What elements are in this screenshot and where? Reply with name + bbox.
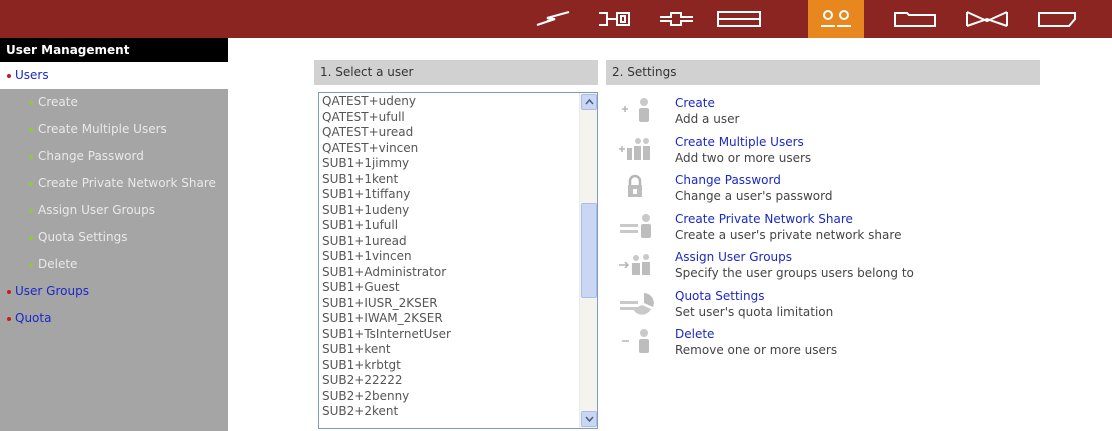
setting-description: Create a user's private network share	[675, 227, 902, 242]
sidebar-title: User Management	[0, 38, 228, 62]
scroll-up-button[interactable]	[581, 94, 597, 110]
user-option[interactable]: SUB2+22222	[319, 373, 577, 389]
user-listbox[interactable]: QATEST+udeny QATEST+ufull QATEST+uread QATE…	[318, 92, 598, 429]
select-user-heading: 1. Select a user	[314, 60, 598, 85]
remove-user-icon	[622, 329, 649, 353]
quota-icon	[620, 292, 654, 315]
user-option[interactable]: SUB1+1jimmy	[319, 156, 577, 172]
bullet-icon	[7, 74, 11, 78]
sidebar-item-create[interactable]: Create	[0, 89, 228, 116]
bullet-icon	[7, 290, 11, 294]
sidebar-item-label: Create	[38, 95, 78, 109]
sidebar: User Management Users Create Create Multip…	[0, 38, 228, 431]
bullet-icon	[29, 128, 33, 132]
scroll-down-button[interactable]	[581, 411, 597, 427]
user-option[interactable]: SUB1+Guest	[319, 280, 577, 296]
folder-icon[interactable]	[884, 0, 946, 38]
user-option[interactable]: SUB1+Administrator	[319, 265, 577, 281]
settings-heading: 2. Settings	[606, 60, 1040, 85]
user-option[interactable]: SUB1+TsInternetUser	[319, 327, 577, 343]
user-option[interactable]: SUB1+1uread	[319, 234, 577, 250]
bullet-icon	[7, 317, 11, 321]
lightning-icon[interactable]	[522, 0, 584, 38]
user-option[interactable]: SUB1+IWAM_2KSER	[319, 311, 577, 327]
add-user-icon	[622, 98, 649, 122]
network-icon[interactable]	[584, 0, 646, 38]
user-option[interactable]: QATEST+udeny	[319, 94, 577, 110]
setting-link[interactable]: Quota Settings	[675, 289, 764, 304]
setting-description: Set user's quota limitation	[675, 304, 834, 319]
setting-link[interactable]: Change Password	[675, 173, 781, 188]
sidebar-item-label: Assign User Groups	[38, 203, 156, 217]
add-multiple-users-icon	[619, 137, 650, 160]
bullet-icon	[29, 209, 33, 213]
device-icon[interactable]	[646, 0, 708, 38]
bullet-icon	[29, 182, 33, 186]
sidebar-item-create-multiple-users[interactable]: Create Multiple Users	[0, 116, 228, 143]
user-option[interactable]: QATEST+vincen	[319, 141, 577, 157]
user-option[interactable]: SUB1+1udeny	[319, 203, 577, 219]
bullet-icon	[29, 101, 33, 105]
sidebar-item-create-private-network-share[interactable]: Create Private Network Share	[0, 170, 228, 197]
top-navigation-bar	[0, 0, 1112, 38]
user-option[interactable]: SUB2+2kent	[319, 404, 577, 420]
setting-description: Specify the user groups users belong to	[675, 266, 914, 280]
setting-link[interactable]: Create Private Network Share	[675, 212, 853, 227]
user-option[interactable]: SUB1+1tiffany	[319, 187, 577, 203]
user-option[interactable]: QATEST+uread	[319, 125, 577, 141]
sidebar-item-users[interactable]: Users	[0, 62, 228, 89]
user-option[interactable]: SUB1+krbtgt	[319, 358, 577, 374]
setting-description: Add a user	[675, 112, 740, 126]
scroll-thumb[interactable]	[581, 203, 597, 298]
setting-link[interactable]: Create Multiple Users	[675, 135, 804, 150]
user-option[interactable]: SUB1+1vincen	[319, 249, 577, 265]
sidebar-item-quota[interactable]: Quota	[0, 305, 228, 332]
setting-description: Remove one or more users	[675, 343, 838, 357]
sidebar-item-user-groups[interactable]: User Groups	[0, 278, 228, 305]
user-groups-icon	[619, 254, 650, 275]
user-option[interactable]: SUB1+1kent	[319, 172, 577, 188]
user-option[interactable]: QATEST+ufull	[319, 110, 577, 126]
sidebar-item-label: Create Private Network Share	[38, 176, 216, 190]
bullet-icon	[29, 155, 33, 159]
sidebar-item-label: Create Multiple Users	[38, 122, 167, 136]
sidebar-item-label: Quota	[15, 311, 52, 325]
setting-link[interactable]: Delete	[675, 327, 714, 342]
bullet-icon	[29, 236, 33, 240]
chevron-down-icon	[584, 416, 594, 422]
sidebar-item-delete[interactable]: Delete	[0, 251, 228, 278]
sidebar-item-label: Users	[15, 68, 49, 82]
user-option[interactable]: SUB1+1ufull	[319, 218, 577, 234]
sidebar-item-change-password[interactable]: Change Password	[0, 143, 228, 170]
sidebar-item-assign-user-groups[interactable]: Assign User Groups	[0, 197, 228, 224]
user-list-scrollbar[interactable]	[579, 93, 597, 428]
tag-icon[interactable]	[1026, 0, 1088, 38]
sidebar-item-label: User Groups	[15, 284, 89, 298]
sidebar-item-quota-settings[interactable]: Quota Settings	[0, 224, 228, 251]
storage-icon[interactable]	[708, 0, 770, 38]
setting-link[interactable]: Create	[675, 96, 715, 111]
lock-icon	[628, 174, 642, 197]
sidebar-item-label: Quota Settings	[38, 230, 128, 244]
sidebar-item-label: Change Password	[38, 149, 144, 163]
setting-description: Change a user's password	[675, 189, 833, 203]
sidebar-item-label: Delete	[38, 257, 78, 271]
envelope-icon[interactable]	[956, 0, 1018, 38]
user-option[interactable]: SUB2+2benny	[319, 389, 577, 405]
setting-link[interactable]: Assign User Groups	[675, 250, 792, 265]
network-share-icon	[620, 213, 651, 238]
users-icon[interactable]	[808, 0, 864, 38]
chevron-up-icon	[584, 99, 594, 105]
bullet-icon	[29, 263, 33, 267]
setting-description: Add two or more users	[675, 150, 812, 165]
user-option[interactable]: SUB1+IUSR_2KSER	[319, 296, 577, 312]
user-option[interactable]: SUB1+kent	[319, 342, 577, 358]
